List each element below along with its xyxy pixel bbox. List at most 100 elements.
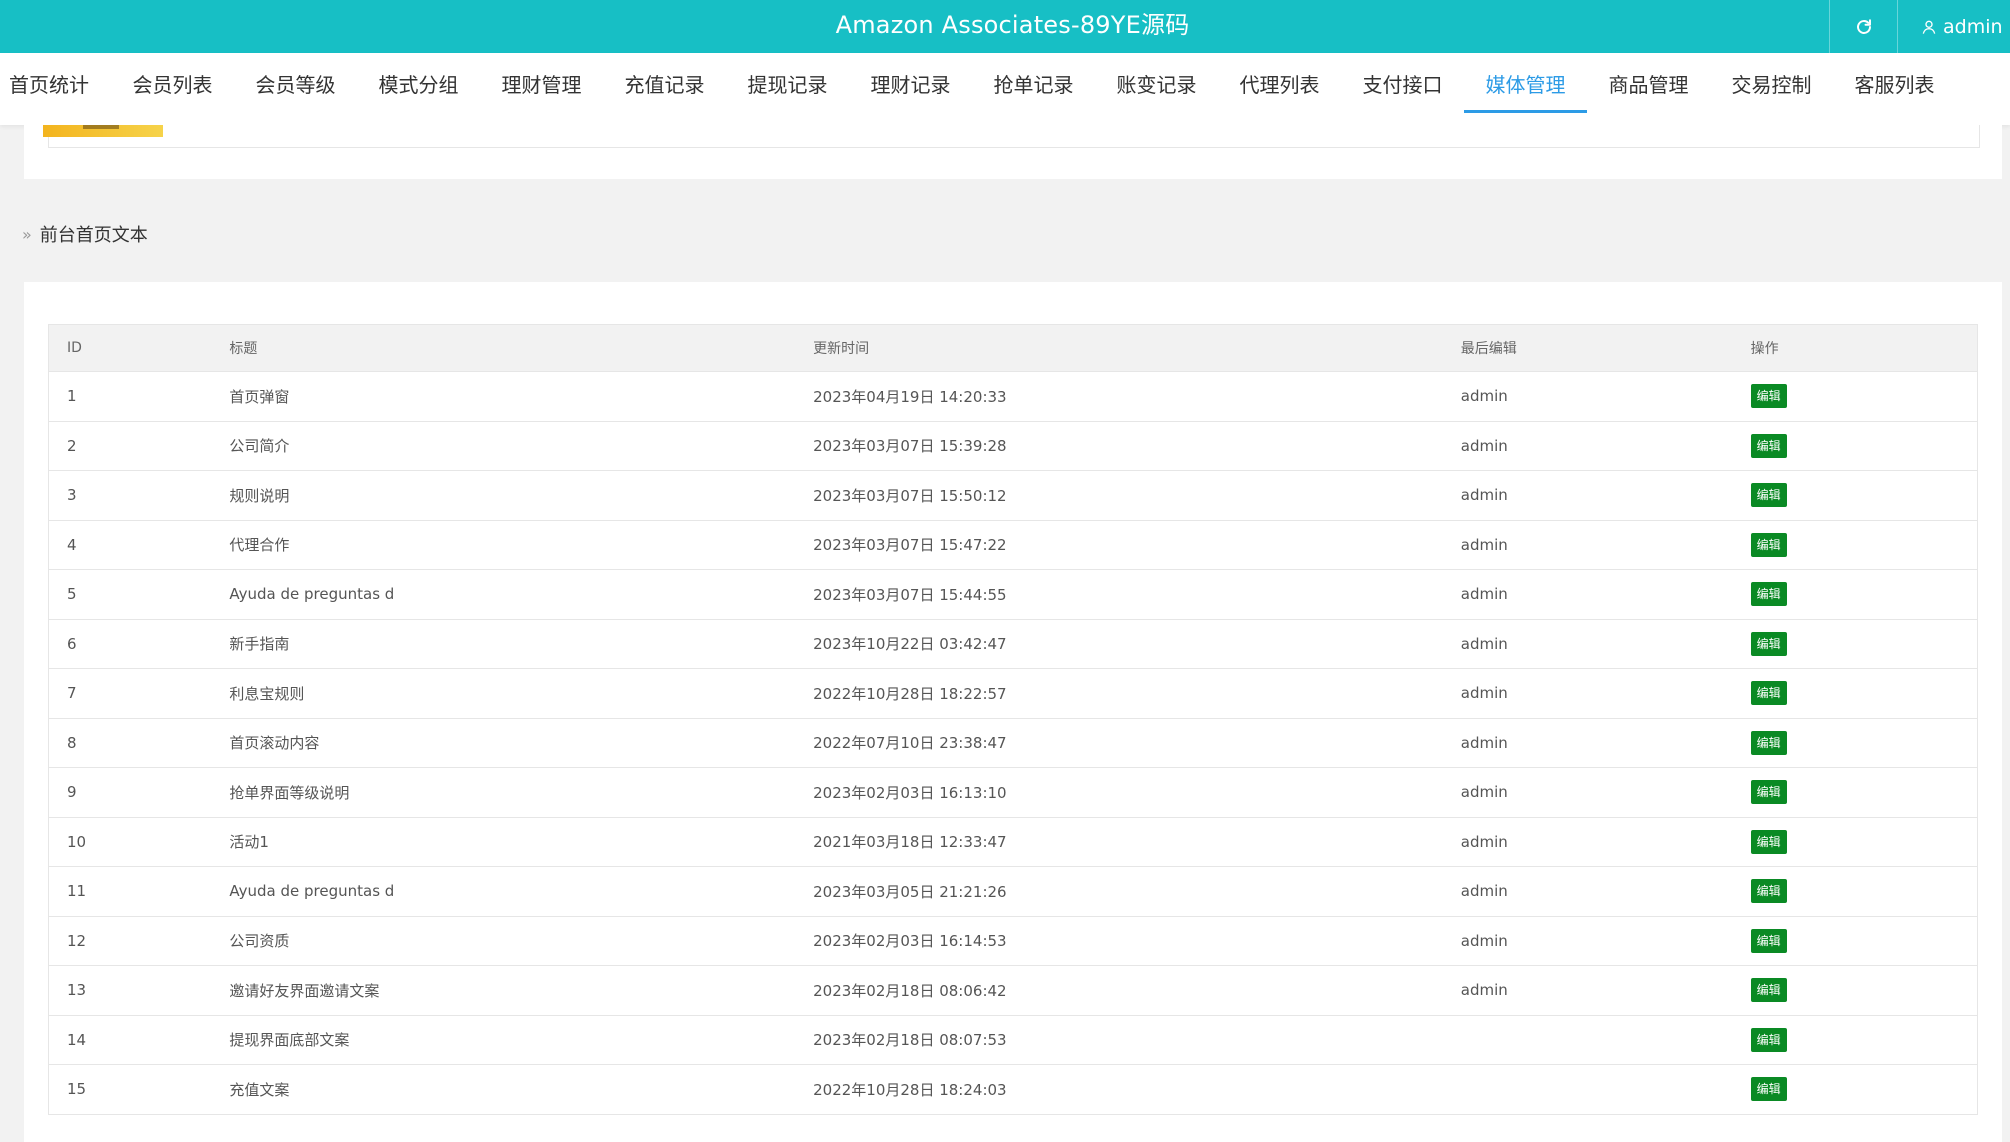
cell-action: 编辑 bbox=[1732, 371, 1978, 422]
cell-id: 6 bbox=[48, 619, 212, 669]
cell-action: 编辑 bbox=[1732, 569, 1978, 620]
table-row: 11 Ayuda de preguntas d 2023年03月05日 21:21:… bbox=[48, 866, 1978, 917]
table-row: 14 提现界面底部文案 2023年02月18日 08:07:53 编辑 bbox=[48, 1015, 1978, 1065]
cell-id: 12 bbox=[48, 916, 212, 966]
cell-updated: 2022年07月10日 23:38:47 bbox=[795, 718, 1443, 768]
section-title: 前台首页文本 bbox=[39, 225, 148, 246]
edit-button[interactable]: 编辑 bbox=[1750, 780, 1787, 805]
nav-tab-9[interactable]: 抢单记录 bbox=[976, 53, 1091, 110]
nav-tab-10[interactable]: 账变记录 bbox=[1099, 53, 1214, 110]
top-bar: Amazon Associates-89YE源码 admin ⌄ bbox=[0, 0, 2010, 53]
user-menu[interactable]: admin ⌄ bbox=[1897, 0, 2010, 53]
cell-action: 编辑 bbox=[1732, 916, 1978, 966]
cell-updated: 2023年03月07日 15:47:22 bbox=[795, 520, 1443, 570]
cell-id: 1 bbox=[48, 371, 212, 422]
cell-id: 8 bbox=[48, 718, 212, 768]
edit-button[interactable]: 编辑 bbox=[1750, 928, 1787, 953]
nav-tab-3[interactable]: 会员等级 bbox=[238, 53, 353, 110]
cell-updated: 2023年04月19日 14:20:33 bbox=[795, 371, 1443, 422]
cell-editor: admin bbox=[1442, 470, 1733, 521]
table-row: 3 规则说明 2023年03月07日 15:50:12 admin 编辑 bbox=[48, 470, 1978, 521]
cell-editor: admin bbox=[1442, 916, 1733, 966]
cell-id: 15 bbox=[48, 1064, 212, 1115]
nav-tab-11[interactable]: 代理列表 bbox=[1222, 53, 1337, 110]
table-row: 13 邀请好友界面邀请文案 2023年02月18日 08:06:42 admin 编辑 bbox=[48, 965, 1978, 1016]
edit-button[interactable]: 编辑 bbox=[1750, 1027, 1787, 1052]
cell-title: 邀请好友界面邀请文案 bbox=[211, 965, 796, 1016]
cell-action: 编辑 bbox=[1732, 421, 1978, 471]
nav-tab-6[interactable]: 充值记录 bbox=[607, 53, 722, 110]
cell-updated: 2023年03月07日 15:39:28 bbox=[795, 421, 1443, 471]
table-row: 7 利息宝规则 2022年10月28日 18:22:57 admin 编辑 bbox=[48, 668, 1978, 719]
cell-title: Ayuda de preguntas d bbox=[211, 866, 796, 917]
edit-button[interactable]: 编辑 bbox=[1750, 681, 1787, 706]
cell-action: 编辑 bbox=[1732, 520, 1978, 570]
cell-title: 活动1 bbox=[211, 817, 796, 867]
banner-thumbnail bbox=[43, 125, 163, 137]
cell-title: 新手指南 bbox=[211, 619, 796, 669]
cell-updated: 2021年03月18日 12:33:47 bbox=[795, 817, 1443, 867]
edit-button[interactable]: 编辑 bbox=[1750, 532, 1787, 557]
nav-tab-1[interactable]: 首页统计 bbox=[0, 53, 98, 110]
nav-tab-13[interactable]: 媒体管理 bbox=[1464, 53, 1587, 113]
cell-title: 利息宝规则 bbox=[211, 668, 796, 719]
nav-tab-2[interactable]: 会员列表 bbox=[115, 53, 230, 110]
refresh-button[interactable] bbox=[1829, 0, 1898, 53]
cell-editor: admin bbox=[1442, 767, 1733, 818]
nav-tab-8[interactable]: 理财记录 bbox=[853, 53, 968, 110]
cell-updated: 2023年03月07日 15:44:55 bbox=[795, 569, 1443, 620]
cell-editor bbox=[1442, 1015, 1733, 1065]
nav-tab-14[interactable]: 商品管理 bbox=[1591, 53, 1706, 110]
cell-editor bbox=[1442, 1064, 1733, 1115]
double-chevron-right-icon: » bbox=[22, 224, 32, 244]
cell-editor: admin bbox=[1442, 421, 1733, 471]
cell-id: 13 bbox=[48, 965, 212, 1016]
cell-editor: admin bbox=[1442, 520, 1733, 570]
cell-updated: 2022年10月28日 18:24:03 bbox=[795, 1064, 1443, 1115]
edit-button[interactable]: 编辑 bbox=[1750, 1077, 1787, 1102]
cell-action: 编辑 bbox=[1732, 1064, 1978, 1115]
edit-button[interactable]: 编辑 bbox=[1750, 433, 1787, 458]
cell-id: 7 bbox=[48, 668, 212, 719]
cell-id: 10 bbox=[48, 817, 212, 867]
edit-button[interactable]: 编辑 bbox=[1750, 829, 1787, 854]
edit-button[interactable]: 编辑 bbox=[1750, 978, 1787, 1003]
top-card bbox=[24, 125, 2002, 179]
app-title: Amazon Associates-89YE源码 bbox=[835, 11, 1190, 39]
nav-tab-5[interactable]: 理财管理 bbox=[484, 53, 599, 110]
cell-updated: 2023年03月05日 21:21:26 bbox=[795, 866, 1443, 917]
edit-button[interactable]: 编辑 bbox=[1750, 631, 1787, 656]
nav-tab-15[interactable]: 交易控制 bbox=[1714, 53, 1829, 110]
cell-action: 编辑 bbox=[1732, 668, 1978, 719]
cell-updated: 2023年03月07日 15:50:12 bbox=[795, 470, 1443, 521]
cell-title: 公司简介 bbox=[211, 421, 796, 471]
cell-editor: admin bbox=[1442, 718, 1733, 768]
cell-action: 编辑 bbox=[1732, 965, 1978, 1016]
nav-tab-16[interactable]: 客服列表 bbox=[1837, 53, 1952, 110]
edit-button[interactable]: 编辑 bbox=[1750, 384, 1787, 409]
cell-title: 提现界面底部文案 bbox=[211, 1015, 796, 1065]
col-header-id: ID bbox=[48, 324, 212, 372]
cell-id: 3 bbox=[48, 470, 212, 521]
edit-button[interactable]: 编辑 bbox=[1750, 483, 1787, 508]
cell-id: 5 bbox=[48, 569, 212, 620]
table-header-row: ID 标题 更新时间 最后编辑 操作 bbox=[48, 324, 1978, 372]
text-table: ID 标题 更新时间 最后编辑 操作 1 首页弹窗 2023年04月19日 14:2… bbox=[48, 324, 1978, 1115]
cell-title: 规则说明 bbox=[211, 470, 796, 521]
edit-button[interactable]: 编辑 bbox=[1750, 879, 1787, 904]
edit-button[interactable]: 编辑 bbox=[1750, 582, 1787, 607]
cell-title: 首页弹窗 bbox=[211, 371, 796, 422]
cell-title: 代理合作 bbox=[211, 520, 796, 570]
edit-button[interactable]: 编辑 bbox=[1750, 730, 1787, 755]
table-row: 1 首页弹窗 2023年04月19日 14:20:33 admin 编辑 bbox=[48, 371, 1978, 422]
user-icon bbox=[1922, 20, 1936, 34]
table-row: 15 充值文案 2022年10月28日 18:24:03 编辑 bbox=[48, 1064, 1978, 1115]
cell-action: 编辑 bbox=[1732, 470, 1978, 521]
col-header-action: 操作 bbox=[1732, 324, 1978, 372]
cell-editor: admin bbox=[1442, 965, 1733, 1016]
cell-id: 14 bbox=[48, 1015, 212, 1065]
cell-updated: 2023年02月18日 08:06:42 bbox=[795, 965, 1443, 1016]
nav-tab-7[interactable]: 提现记录 bbox=[730, 53, 845, 110]
nav-tab-4[interactable]: 模式分组 bbox=[361, 53, 476, 110]
nav-tab-12[interactable]: 支付接口 bbox=[1345, 53, 1460, 110]
